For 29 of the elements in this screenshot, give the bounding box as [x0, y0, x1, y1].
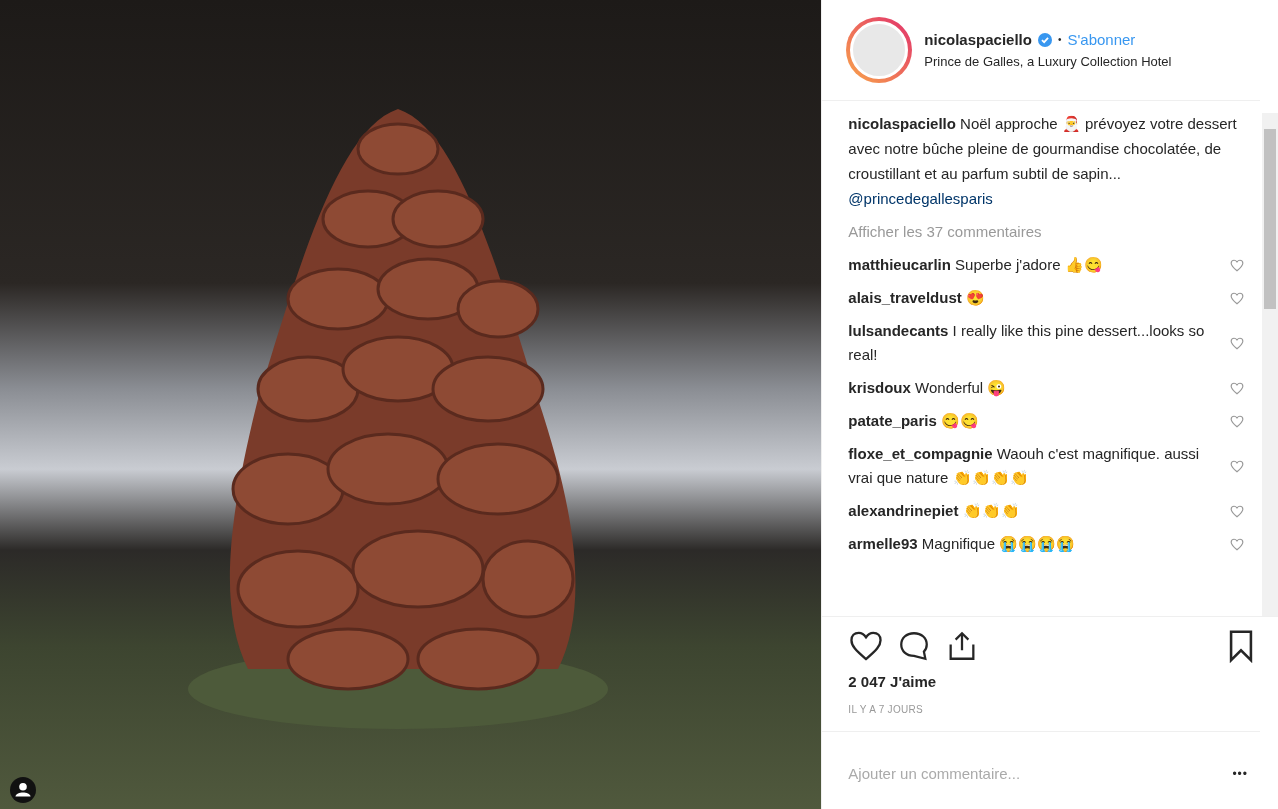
like-comment-icon[interactable] [1230, 459, 1244, 473]
comment-text: alexandrinepiet 👏👏👏 [848, 501, 1021, 521]
like-comment-icon[interactable] [1230, 537, 1244, 551]
like-comment-icon[interactable] [1230, 258, 1244, 272]
comment-text: lulsandecants I really like this pine dessert...looks so real! [848, 321, 1206, 365]
username[interactable]: nicolaspaciello [924, 31, 1032, 48]
like-icon[interactable] [848, 630, 885, 662]
comment-text: patate_paris 😋😋 [848, 411, 980, 431]
like-comment-icon[interactable] [1230, 414, 1244, 428]
comment-text: krisdoux Wonderful 😜 [848, 378, 1008, 399]
like-comment-icon[interactable] [1230, 336, 1244, 350]
comment-text: armelle93 Magnifique 😭😭😭😭 [848, 534, 1077, 554]
like-comment-icon[interactable] [1230, 504, 1244, 518]
location-link[interactable]: Prince de Galles, a Luxury Collection Hotel [924, 54, 1172, 69]
scrollbar[interactable] [1262, 113, 1278, 616]
comment-input[interactable]: Ajouter un commentaire... [848, 755, 1227, 792]
comment-text: alais_traveldust 😍 [848, 288, 986, 308]
user-tag-icon[interactable] [10, 777, 36, 803]
comment-text: floxe_et_compagnie Waouh c'est magnifique. aussi vrai que nature 👏👏👏👏 [848, 444, 1201, 488]
mention-link[interactable]: @princedegallesparis [848, 190, 993, 207]
more-button[interactable]: ••• [1226, 765, 1254, 782]
post-caption: nicolaspaciello Noël approche 🎅 prévoyez votre dessert avec notre bûche pleine de gourmandise chocolatée, de croustillant et au parfum subtil de sapin... @princedegallesparis [848, 114, 1238, 209]
separator-dot: • [1057, 34, 1062, 45]
like-count[interactable]: 2 047 J'aime [822, 667, 1278, 690]
comment-text: matthieucarlin Superbe j'adore 👍😋 [848, 255, 1104, 275]
like-comment-icon[interactable] [1230, 381, 1244, 395]
post-time: IL Y A 7 JOURS [822, 690, 1260, 732]
like-comment-icon[interactable] [1230, 291, 1244, 305]
verified-badge-icon [1037, 32, 1052, 47]
